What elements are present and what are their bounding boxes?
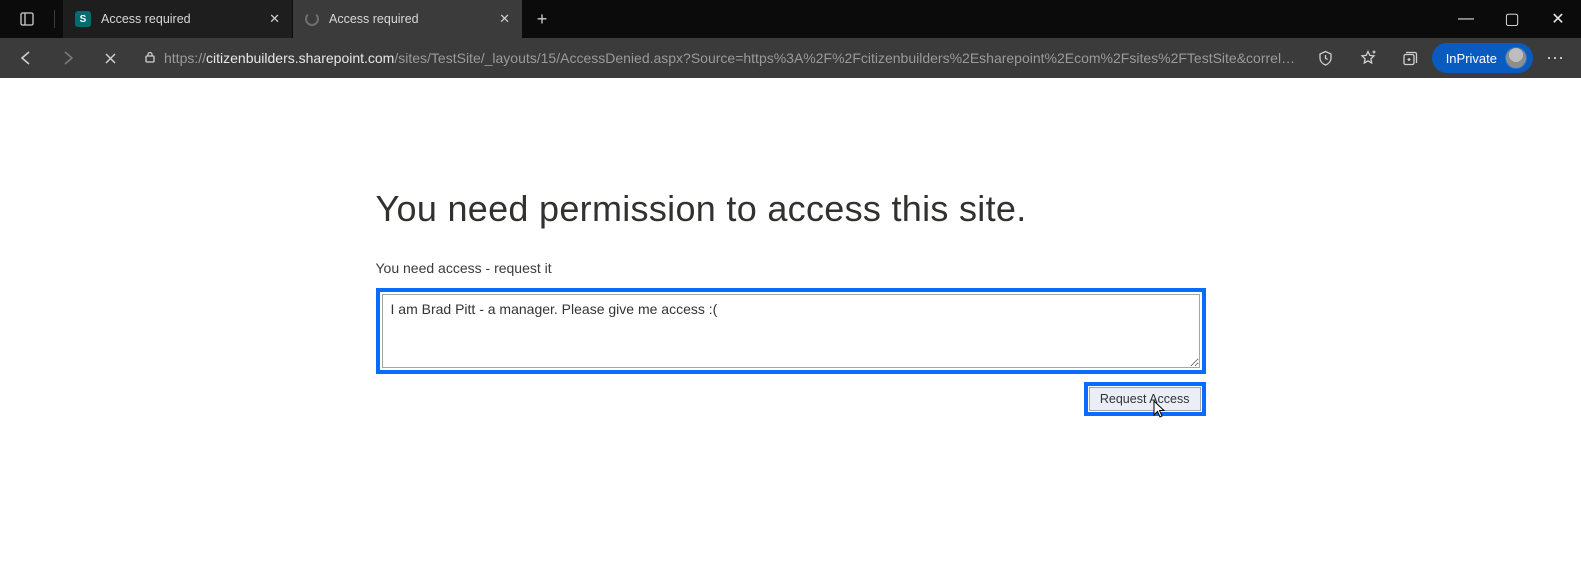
tab-title: Access required [329, 12, 489, 26]
tab-strip: S Access required ✕ Access required ✕ + [63, 0, 1443, 38]
stop-reload-button[interactable] [90, 38, 130, 78]
browser-toolbar: https://citizenbuilders.sharepoint.com/s… [0, 38, 1581, 78]
collections-button[interactable] [1390, 38, 1430, 78]
page-content: You need permission to access this site.… [0, 78, 1581, 575]
address-bar[interactable]: https://citizenbuilders.sharepoint.com/s… [132, 43, 1304, 73]
more-menu-button[interactable]: ⋯ [1535, 38, 1575, 78]
new-tab-button[interactable]: + [523, 0, 561, 38]
forward-button[interactable] [48, 38, 88, 78]
tab-actions-button[interactable] [10, 2, 44, 36]
message-highlight [376, 288, 1206, 374]
back-button[interactable] [6, 38, 46, 78]
url-host: citizenbuilders.sharepoint.com [206, 50, 394, 66]
window-titlebar: S Access required ✕ Access required ✕ + … [0, 0, 1581, 38]
tab-2-active[interactable]: Access required ✕ [293, 0, 523, 38]
divider [54, 10, 55, 28]
access-message-input[interactable] [382, 294, 1200, 368]
page-title: You need permission to access this site. [376, 188, 1206, 230]
window-controls: — ▢ ✕ [1443, 0, 1581, 38]
inprivate-indicator[interactable]: InPrivate [1432, 43, 1533, 73]
profile-avatar-icon [1505, 47, 1527, 69]
close-tab-icon[interactable]: ✕ [269, 11, 280, 27]
tab-1[interactable]: S Access required ✕ [63, 0, 293, 38]
maximize-button[interactable]: ▢ [1489, 0, 1535, 38]
close-tab-icon[interactable]: ✕ [499, 11, 510, 27]
tracking-prevention-icon[interactable] [1306, 38, 1346, 78]
url-prefix: https:// [164, 50, 206, 66]
sharepoint-icon: S [75, 11, 91, 27]
loading-spinner-icon [305, 12, 319, 26]
close-window-button[interactable]: ✕ [1535, 0, 1581, 38]
inprivate-label: InPrivate [1446, 51, 1497, 66]
button-highlight: Request Access [1084, 382, 1206, 416]
favorites-button[interactable] [1348, 38, 1388, 78]
page-subhead: You need access - request it [376, 260, 1206, 276]
url-path: /sites/TestSite/_layouts/15/AccessDenied… [394, 50, 1295, 66]
request-access-button[interactable]: Request Access [1089, 387, 1201, 411]
site-info-lock-icon[interactable] [136, 50, 164, 67]
minimize-button[interactable]: — [1443, 0, 1489, 38]
tab-title: Access required [101, 12, 259, 26]
